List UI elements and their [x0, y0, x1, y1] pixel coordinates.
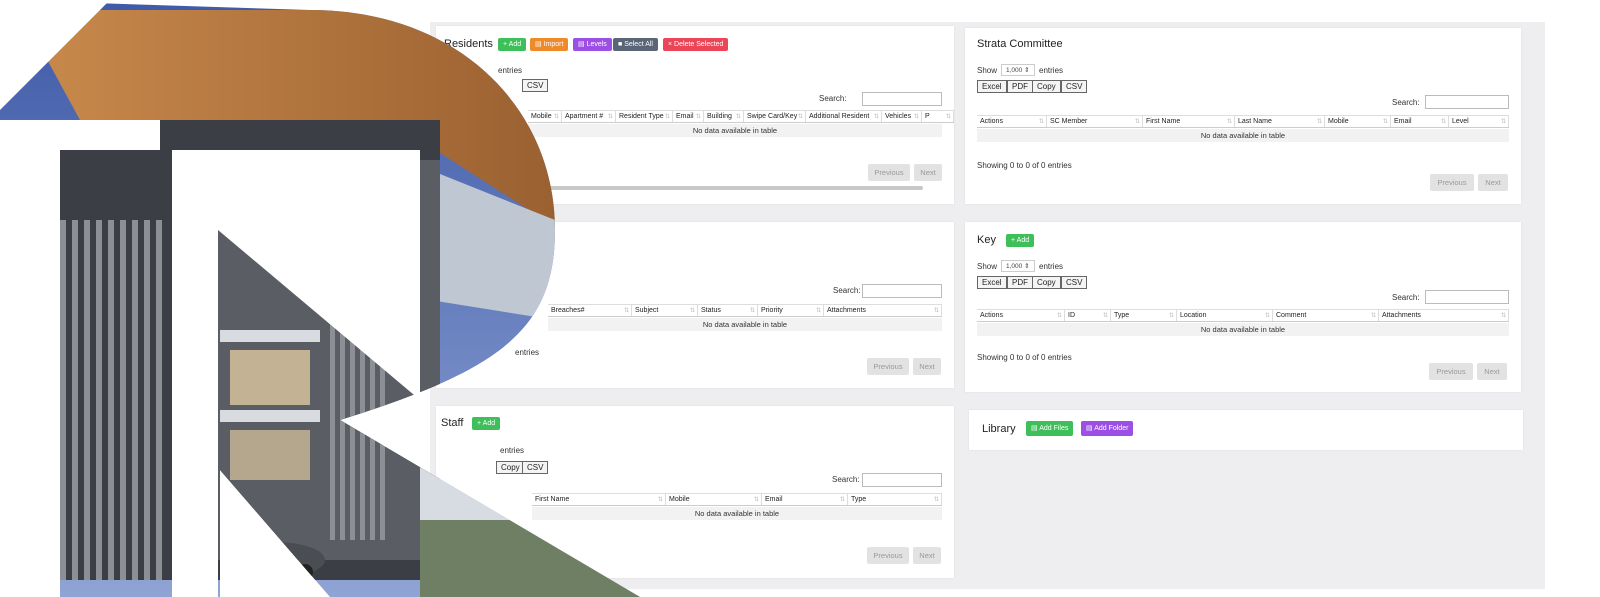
col-status[interactable]: Status — [698, 305, 758, 316]
strata-info: Showing 0 to 0 of 0 entries — [977, 161, 1072, 170]
col-id[interactable]: ID — [1065, 310, 1111, 321]
library-add-folder-button[interactable]: ▤ Add Folder — [1081, 421, 1134, 436]
key-add-button[interactable]: + Add — [1006, 234, 1035, 247]
strata-csv-button[interactable]: CSV — [1061, 80, 1088, 93]
col-sc-member[interactable]: SC Member — [1047, 116, 1143, 127]
residents-next-button[interactable]: Next — [914, 164, 942, 181]
col-p[interactable]: P — [922, 111, 954, 122]
key-show-label: Show — [977, 262, 998, 271]
key-excel-button[interactable]: Excel — [977, 276, 1007, 289]
strata-entries-label: entries — [1039, 66, 1064, 75]
key-table-header: Actions ID Type Location Comment Attachm… — [977, 309, 1509, 322]
col-level[interactable]: Level — [1449, 116, 1509, 127]
strata-page-size-value: 1,000 — [1006, 67, 1023, 74]
residents-search-input[interactable] — [862, 92, 942, 106]
key-previous-button[interactable]: Previous — [1429, 363, 1473, 380]
staff-search-input[interactable] — [862, 473, 942, 487]
strata-search-label: Search: — [1392, 98, 1420, 107]
col-actions[interactable]: Actions — [977, 310, 1065, 321]
col-building[interactable]: Building — [704, 111, 744, 122]
library-title: Library — [982, 423, 1016, 435]
breaches-search-label: Search: — [833, 286, 861, 295]
library-add-files-button[interactable]: ▤ Add Files — [1026, 421, 1074, 436]
strata-next-button[interactable]: Next — [1478, 174, 1508, 191]
col-location[interactable]: Location — [1177, 310, 1273, 321]
key-card: Key + Add Show 1,000 ⇕ entries Excel PDF… — [965, 222, 1521, 392]
key-search-label: Search: — [1392, 293, 1420, 302]
col-type[interactable]: Type — [848, 494, 942, 505]
col-mobile[interactable]: Mobile — [666, 494, 762, 505]
strata-title: Strata Committee — [977, 38, 1063, 50]
col-email[interactable]: Email — [1391, 116, 1449, 127]
col-vehicles[interactable]: Vehicles — [882, 111, 922, 122]
staff-previous-button[interactable]: Previous — [867, 547, 909, 564]
col-actions[interactable]: Actions — [977, 116, 1047, 127]
col-priority[interactable]: Priority — [758, 305, 824, 316]
col-comment[interactable]: Comment — [1273, 310, 1379, 321]
strata-show-label: Show — [977, 66, 998, 75]
strata-table-header: Actions SC Member First Name Last Name M… — [977, 115, 1509, 128]
strata-empty-row: No data available in table — [977, 129, 1509, 142]
strata-committee-card: Strata Committee Show 1,000 ⇕ entries Ex… — [965, 28, 1521, 204]
key-next-button[interactable]: Next — [1477, 363, 1507, 380]
breaches-search-input[interactable] — [862, 284, 942, 298]
col-first-name[interactable]: First Name — [1143, 116, 1235, 127]
col-additional-resident[interactable]: Additional Resident — [806, 111, 882, 122]
col-swipe-card[interactable]: Swipe Card/Key — [744, 111, 806, 122]
col-last-name[interactable]: Last Name — [1235, 116, 1325, 127]
key-page-size-select[interactable]: 1,000 ⇕ — [1001, 260, 1035, 272]
library-add-folder-label: Add Folder — [1094, 425, 1129, 432]
key-page-size-value: 1,000 — [1006, 263, 1023, 270]
col-type[interactable]: Type — [1111, 310, 1177, 321]
col-attachments[interactable]: Attachments — [824, 305, 942, 316]
breaches-next-button[interactable]: Next — [913, 358, 941, 375]
col-email[interactable]: Email — [673, 111, 704, 122]
strata-search-input[interactable] — [1425, 95, 1509, 109]
key-entries-label: entries — [1039, 262, 1064, 271]
residents-delete-selected-button[interactable]: × Delete Selected — [663, 38, 729, 51]
staff-search-label: Search: — [832, 475, 860, 484]
key-info: Showing 0 to 0 of 0 entries — [977, 353, 1072, 362]
key-title: Key — [977, 234, 996, 246]
strata-previous-button[interactable]: Previous — [1430, 174, 1474, 191]
library-card: Library ▤ Add Files ▤ Add Folder — [969, 410, 1523, 450]
staff-next-button[interactable]: Next — [913, 547, 941, 564]
file-icon: ▤ — [1031, 425, 1040, 432]
sort-arrows-icon: ⇕ — [1024, 263, 1030, 270]
residents-previous-button[interactable]: Previous — [868, 164, 910, 181]
key-copy-button[interactable]: Copy — [1032, 276, 1061, 289]
col-email[interactable]: Email — [762, 494, 848, 505]
company-logo-r — [0, 0, 640, 597]
key-empty-row: No data available in table — [977, 323, 1509, 336]
strata-pdf-button[interactable]: PDF — [1007, 80, 1033, 93]
strata-copy-button[interactable]: Copy — [1032, 80, 1061, 93]
key-search-input[interactable] — [1425, 290, 1509, 304]
folder-icon: ▤ — [1086, 425, 1095, 432]
strata-excel-button[interactable]: Excel — [977, 80, 1007, 93]
key-csv-button[interactable]: CSV — [1061, 276, 1088, 289]
col-mobile[interactable]: Mobile — [1325, 116, 1391, 127]
breaches-previous-button[interactable]: Previous — [867, 358, 909, 375]
residents-search-label: Search: — [819, 94, 847, 103]
strata-page-size-select[interactable]: 1,000 ⇕ — [1001, 64, 1035, 76]
key-pdf-button[interactable]: PDF — [1007, 276, 1033, 289]
library-add-files-label: Add Files — [1039, 425, 1069, 432]
sort-arrows-icon: ⇕ — [1024, 67, 1030, 74]
col-attachments[interactable]: Attachments — [1379, 310, 1509, 321]
